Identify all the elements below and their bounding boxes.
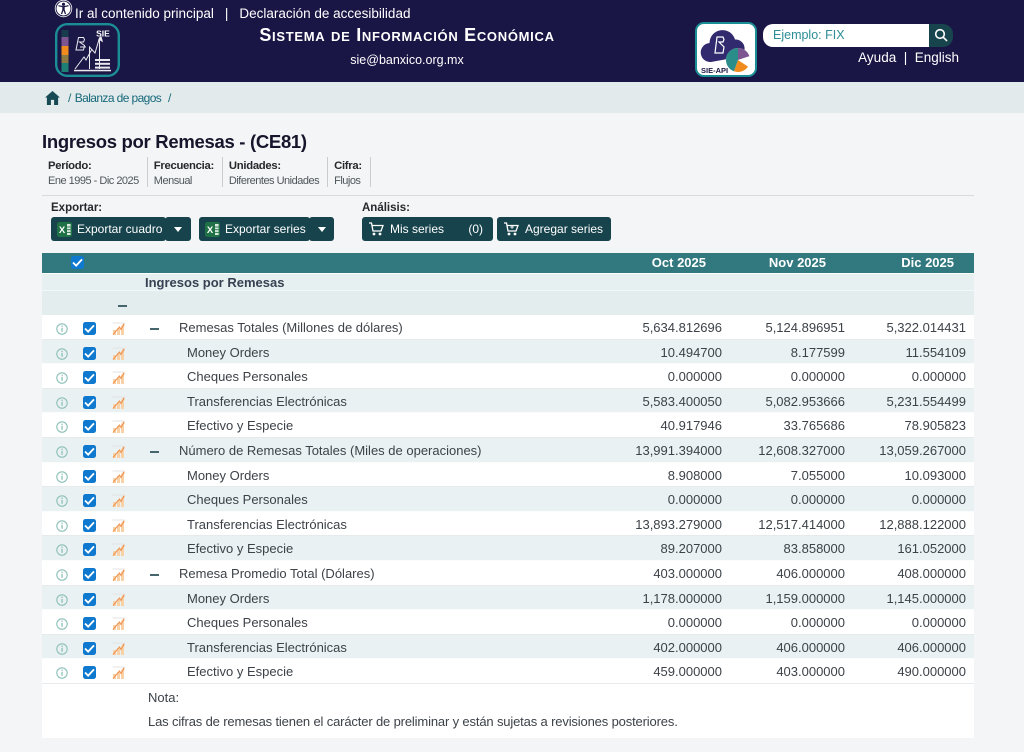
svg-text:SIE: SIE — [96, 29, 110, 39]
svg-text:SIE-API: SIE-API — [701, 66, 728, 75]
svg-text:X: X — [59, 225, 66, 236]
svg-text:+: + — [510, 224, 514, 231]
svg-text:X: X — [207, 225, 214, 236]
